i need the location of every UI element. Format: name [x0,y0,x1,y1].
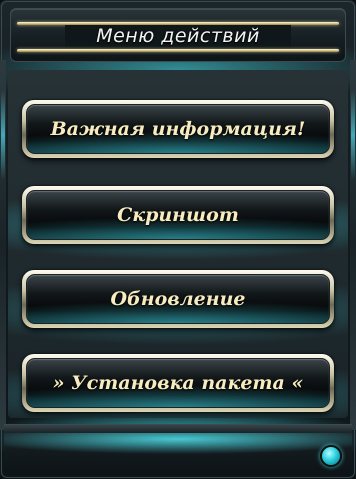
title-bar: Меню действий [10,8,346,62]
window-title: Меню действий [65,25,291,47]
button-label: » Установка пакета « [52,372,304,394]
button-face: Важная информация! [26,104,330,154]
install-package-button[interactable]: » Установка пакета « [22,354,334,412]
update-button[interactable]: Обновление [22,270,334,328]
button-label: Обновление [110,288,246,310]
important-info-button[interactable]: Важная информация! [22,100,334,158]
button-label: Скриншот [117,204,239,226]
menu-window: Меню действий Важная информация! Скриншо… [0,0,356,479]
title-trim-bottom [17,49,339,52]
right-glow [351,90,355,180]
button-label: Важная информация! [50,118,306,140]
footer-trim [4,425,352,433]
button-face: » Установка пакета « [26,358,330,408]
screenshot-button[interactable]: Скриншот [22,186,334,244]
left-glow [1,90,5,180]
menu-panel: Важная информация! Скриншот Обновление »… [8,70,348,418]
footer-bar [4,424,352,475]
button-face: Обновление [26,274,330,324]
button-face: Скриншот [26,190,330,240]
status-led-icon[interactable] [320,445,342,467]
